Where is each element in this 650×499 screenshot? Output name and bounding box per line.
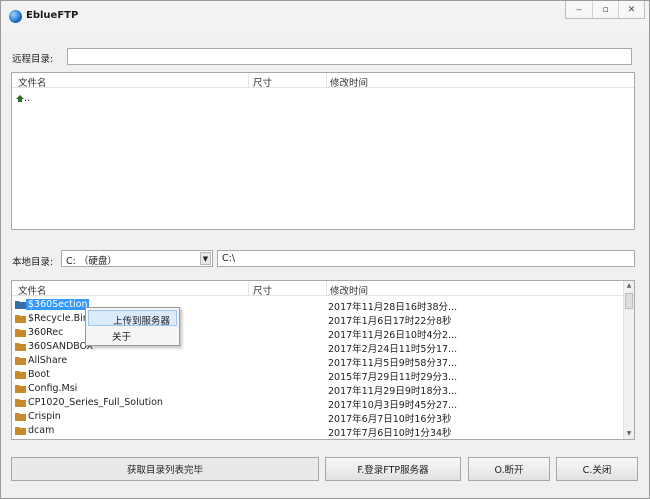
column-modified[interactable]: 修改时间 [330, 75, 368, 89]
scroll-thumb[interactable] [625, 293, 633, 309]
folder-icon [15, 427, 26, 435]
title-bar[interactable]: EblueFTP ‒ ▫ ✕ [1, 1, 649, 33]
file-name: AllShare [28, 355, 68, 366]
local-file-list[interactable]: 文件名 尺寸 修改时间 $360Section 2017年11月28日16时38… [11, 280, 635, 440]
column-size[interactable]: 尺寸 [253, 75, 272, 89]
close-button[interactable]: C.关闭 [556, 457, 638, 481]
folder-icon [15, 301, 26, 309]
remote-path-input[interactable] [67, 48, 632, 65]
folder-icon [15, 315, 26, 323]
file-modified: 2017年11月29日9时18分3... [328, 386, 458, 397]
folder-icon [15, 329, 26, 337]
remote-file-list[interactable]: 文件名 尺寸 修改时间 .. [11, 72, 635, 230]
chevron-down-icon[interactable]: ▼ [200, 252, 211, 265]
column-filename[interactable]: 文件名 [18, 75, 47, 89]
app-logo-icon [9, 10, 22, 23]
table-row[interactable]: Crispin 2017年6月7日10时16分3秒 [12, 410, 634, 425]
window-controls: ‒ ▫ ✕ [565, 1, 645, 19]
table-row[interactable]: Config.Msi 2017年11月29日9时18分3... [12, 382, 634, 397]
column-divider[interactable] [326, 281, 327, 296]
local-dir-label: 本地目录: [12, 257, 54, 268]
drive-select[interactable]: C: （硬盘） ▼ [61, 250, 213, 267]
table-row[interactable]: Boot 2015年7月29日11时29分3... [12, 368, 634, 383]
table-row[interactable]: CP1020_Series_Full_Solution 2017年10月3日9时… [12, 396, 634, 411]
menu-item-upload[interactable]: 上传到服务器 [88, 310, 177, 327]
scroll-down-icon[interactable]: ▼ [624, 429, 634, 439]
file-name: $Recycle.Bin [28, 313, 89, 324]
main-window: EblueFTP ‒ ▫ ✕ 远程目录: 文件名 尺寸 修改时间 .. 本地目录… [0, 0, 650, 499]
file-modified: 2017年7月6日10时1分34秒 [328, 428, 452, 439]
file-name: dcam [28, 425, 55, 436]
remote-dir-label: 远程目录: [12, 54, 54, 65]
local-path-input[interactable]: C:\ [217, 250, 635, 267]
context-menu: 上传到服务器 关于 [85, 307, 180, 346]
list-item-name: .. [24, 93, 31, 104]
disconnect-button[interactable]: O.断开 [468, 457, 550, 481]
window-title: EblueFTP [26, 10, 79, 21]
menu-item-about[interactable]: 关于 [88, 327, 177, 343]
column-size[interactable]: 尺寸 [253, 283, 272, 297]
file-modified: 2017年11月5日9时58分37... [328, 358, 458, 369]
file-modified: 2017年2月24日11时5分17... [328, 344, 458, 355]
table-row[interactable]: AllShare 2017年11月5日9时58分37... [12, 354, 634, 369]
close-icon[interactable]: ✕ [618, 1, 644, 18]
file-modified: 2017年1月6日17时22分8秒 [328, 316, 452, 327]
drive-select-value: C: （硬盘） [66, 256, 117, 267]
file-name: $360Section [26, 299, 90, 310]
vertical-scrollbar[interactable]: ▲ ▼ [623, 281, 634, 439]
file-modified: 2017年10月3日9时45分27... [328, 400, 458, 411]
column-divider[interactable] [326, 73, 327, 88]
file-name: Config.Msi [28, 383, 78, 394]
folder-icon [15, 399, 26, 407]
file-modified: 2015年7月29日11时29分3... [328, 372, 458, 383]
column-modified[interactable]: 修改时间 [330, 283, 368, 297]
remote-list-header: 文件名 尺寸 修改时间 [12, 73, 634, 89]
folder-icon [15, 343, 26, 351]
file-name: Crispin [28, 411, 61, 422]
list-item[interactable]: .. [12, 92, 634, 106]
folder-icon [15, 385, 26, 393]
scroll-up-icon[interactable]: ▲ [624, 281, 634, 291]
file-modified: 2017年6月7日10时16分3秒 [328, 414, 452, 425]
local-list-header: 文件名 尺寸 修改时间 [12, 281, 634, 297]
folder-icon [15, 371, 26, 379]
maximize-icon[interactable]: ▫ [592, 1, 618, 18]
file-name: CP1020_Series_Full_Solution [28, 397, 163, 408]
login-ftp-button[interactable]: F.登录FTP服务器 [325, 457, 461, 481]
table-row[interactable]: dcam 2017年7月6日10时1分34秒 [12, 424, 634, 439]
file-modified: 2017年11月26日10时4分2... [328, 330, 458, 341]
column-divider[interactable] [248, 281, 249, 296]
file-name: Boot [28, 369, 50, 380]
status-bar: 获取目录列表完毕 [11, 457, 319, 481]
file-name: 360SANDBOX [28, 341, 93, 352]
folder-icon [15, 413, 26, 421]
file-modified: 2017年11月28日16时38分... [328, 302, 458, 313]
folder-icon [15, 357, 26, 365]
file-name: 360Rec [28, 327, 64, 338]
column-divider[interactable] [248, 73, 249, 88]
minimize-icon[interactable]: ‒ [566, 1, 592, 18]
column-filename[interactable]: 文件名 [18, 283, 47, 297]
